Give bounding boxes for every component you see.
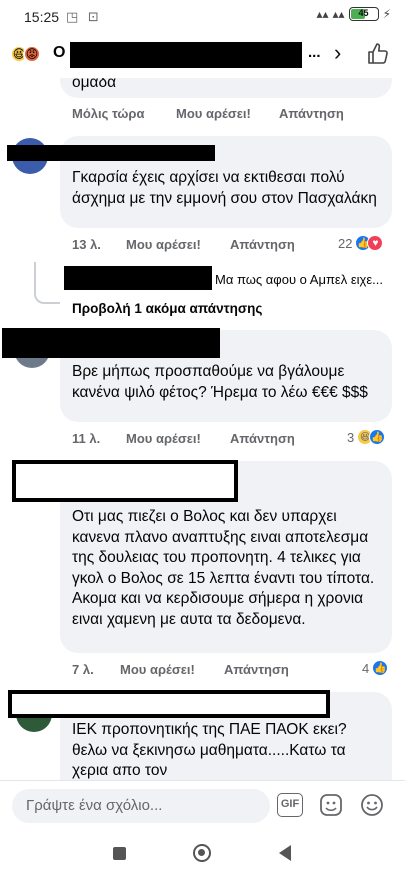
status-bar: 15:25 ◳ ⊡ ▴▴ ▴▴ 45 ⚡ xyxy=(0,0,405,34)
comment-text: Βρε μήπως προσπαθούμε να βγάλουμε κανένα… xyxy=(72,363,368,401)
sticker-icon[interactable] xyxy=(318,793,344,817)
status-right: ▴▴ ▴▴ 45 ⚡ xyxy=(316,7,391,21)
comment-composer: Γράψτε ένα σχόλιο... GIF xyxy=(0,780,405,828)
home-icon[interactable] xyxy=(193,844,211,862)
redacted-author-name xyxy=(2,328,220,358)
like-button[interactable]: Μου αρέσει! xyxy=(120,662,195,677)
reactors-ellipsis: ... xyxy=(308,44,321,61)
reaction-summary[interactable]: 22 👍 ♥ xyxy=(338,235,384,251)
angry-emoji-icon: 😡 xyxy=(23,45,41,63)
comment-time: 13 λ. xyxy=(72,237,101,252)
thumbs-up-outline-icon[interactable] xyxy=(366,42,390,66)
like-button[interactable]: Μου αρέσει! xyxy=(126,237,201,252)
comment-text: ΙΕΚ προπονητικής της ΠΑΕ ΠΑΟΚ εκει? θελω… xyxy=(72,721,347,779)
reaction-count: 4 xyxy=(362,660,370,676)
status-time: 15:25 xyxy=(24,9,60,25)
reply-button[interactable]: Απάντηση xyxy=(224,662,289,677)
reactors-initial: Ο xyxy=(53,44,66,61)
battery-icon: 45 xyxy=(348,7,379,21)
comment-text: Οτι μας πιεζει ο Βολος και δεν υπαρχει κ… xyxy=(72,508,375,628)
like-button[interactable]: Μου αρέσει! xyxy=(176,106,251,121)
comment-time: 7 λ. xyxy=(72,662,94,677)
system-nav-bar xyxy=(0,830,405,878)
reaction-summary[interactable]: 4 👍 xyxy=(362,660,389,676)
signal-icon: ▴▴ xyxy=(316,7,329,21)
charging-icon: ⚡ xyxy=(382,7,391,21)
reply-button[interactable]: Απάντηση xyxy=(230,237,295,252)
redacted-author-name xyxy=(8,690,330,718)
recent-apps-icon[interactable] xyxy=(113,847,126,860)
comment-text: Γκαρσία έχεις αρχίσει να εκτιθεσαι πολύ … xyxy=(72,169,377,207)
comment-time: 11 λ. xyxy=(72,431,101,446)
reply-preview[interactable]: Μα πως αφου ο Αμπελ ειχε... xyxy=(215,272,383,287)
smiley-icon[interactable] xyxy=(359,793,385,817)
comment-time: Μόλις τώρα xyxy=(72,106,145,121)
thread-line xyxy=(34,262,60,304)
gif-button[interactable]: GIF xyxy=(277,793,303,817)
comment-input[interactable]: Γράψτε ένα σχόλιο... xyxy=(12,789,270,823)
back-icon[interactable] xyxy=(279,845,291,861)
reply-button[interactable]: Απάντηση xyxy=(279,106,344,121)
reply-button[interactable]: Απάντηση xyxy=(230,431,295,446)
signal-icon-2: ▴▴ xyxy=(332,7,345,21)
like-reaction-icon: 👍 xyxy=(372,660,389,676)
love-reaction-icon: ♥ xyxy=(367,235,384,251)
reaction-count: 22 xyxy=(338,235,353,251)
notification-icons: ◳ ⊡ xyxy=(66,9,102,24)
reaction-count: 3 xyxy=(347,429,355,445)
like-button[interactable]: Μου αρέσει! xyxy=(126,431,201,446)
view-more-replies-link[interactable]: Προβολή 1 ακόμα απάντησης xyxy=(72,301,262,316)
battery-level: 45 xyxy=(358,8,369,18)
redacted-author-name xyxy=(12,460,238,502)
comments-header: 😆 😡 Ο ... › xyxy=(0,34,405,78)
redacted-author-name xyxy=(7,145,215,161)
post-reactions[interactable]: 😆 😡 xyxy=(10,45,41,63)
like-reaction-icon: 👍 xyxy=(369,429,386,445)
reaction-summary[interactable]: 3 😆 👍 xyxy=(347,429,386,445)
redacted-replier-name xyxy=(64,266,212,290)
redacted-reactors-names xyxy=(70,42,302,68)
chevron-right-icon[interactable]: › xyxy=(334,40,341,66)
